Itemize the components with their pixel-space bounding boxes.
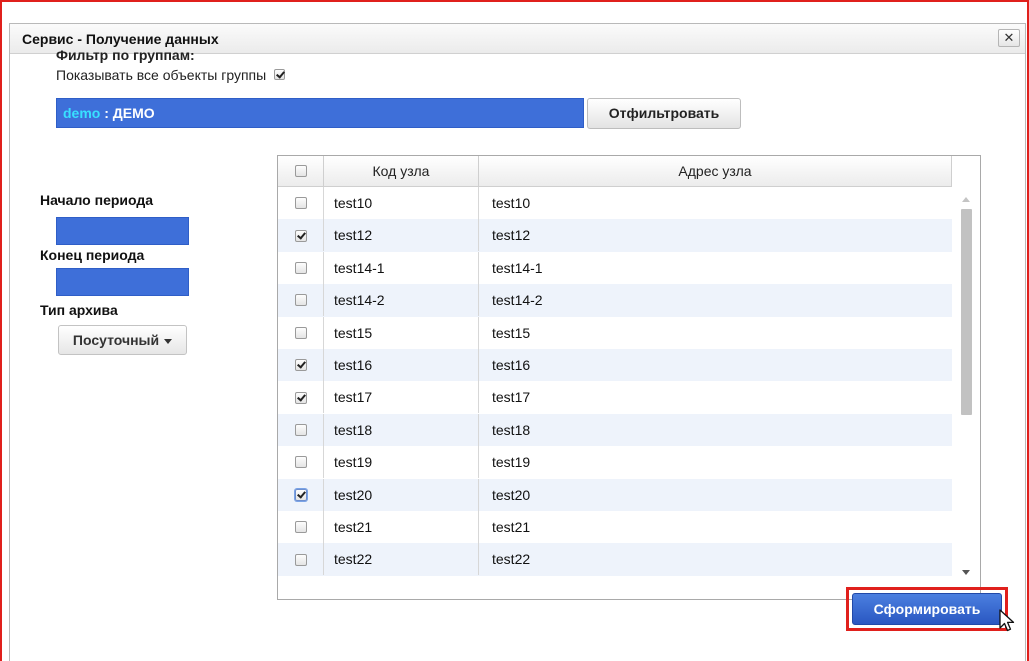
node-code-cell: test17 [324, 381, 479, 414]
node-address-cell: test17 [492, 389, 531, 406]
node-code-cell: test15 [324, 316, 479, 349]
grid-rows: test10 test10 test12 test12 test14-1 test14-1… [278, 187, 952, 576]
row-select-cell [278, 478, 324, 511]
group-filter-title: Фильтр по группам: [56, 47, 195, 63]
table-row[interactable]: test21 test21 [278, 510, 952, 543]
node-address-cell: test15 [492, 324, 531, 341]
chevron-down-icon [164, 338, 173, 344]
node-code-cell: test20 [324, 478, 479, 511]
row-select-cell [278, 187, 324, 219]
header-select-cell [278, 156, 324, 186]
table-row[interactable]: test16 test16 [278, 348, 952, 382]
node-code-cell: test18 [324, 413, 479, 446]
row-checkbox[interactable] [294, 456, 307, 469]
row-select-cell [278, 446, 324, 479]
table-row[interactable]: test19 test19 [278, 446, 952, 479]
row-checkbox[interactable] [294, 424, 307, 437]
row-checkbox[interactable] [294, 521, 307, 534]
node-address-cell: test12 [492, 227, 531, 244]
node-address-cell: test20 [492, 486, 531, 503]
node-code-cell: test22 [324, 543, 479, 576]
table-row[interactable]: test18 test18 [278, 413, 952, 447]
node-address-cell: test10 [492, 195, 531, 211]
grid-header: Код узла Адрес узла [278, 156, 952, 187]
column-header-code[interactable]: Код узла [324, 156, 479, 186]
nodes-grid: Код узла Адрес узла test10 test10 test12 te… [277, 155, 981, 600]
table-row[interactable]: test12 test12 [278, 219, 952, 252]
row-select-cell [278, 543, 324, 576]
period-start-label: Начало периода [40, 192, 154, 208]
group-separator: : [100, 105, 113, 121]
node-code-cell: test14-2 [324, 284, 479, 317]
node-code-cell: test19 [324, 446, 479, 479]
period-start-input[interactable] [56, 217, 189, 245]
row-select-cell [278, 251, 324, 284]
node-code-cell: test10 [324, 187, 479, 219]
table-row[interactable]: test20 test20 [278, 478, 952, 511]
group-name: ДЕМО [112, 105, 155, 121]
row-checkbox[interactable] [294, 553, 307, 566]
node-code-cell: test16 [324, 348, 479, 381]
archive-type-dropdown[interactable]: Посуточный [58, 325, 187, 355]
grid-scrollbar[interactable] [952, 187, 980, 599]
show-all-checkbox[interactable] [274, 68, 286, 80]
row-checkbox[interactable] [294, 229, 307, 242]
group-code: demo [63, 105, 101, 121]
row-checkbox[interactable] [294, 262, 307, 275]
archive-type-value: Посуточный [72, 332, 160, 348]
row-checkbox[interactable] [294, 359, 307, 372]
node-address-cell: test18 [492, 421, 531, 438]
archive-type-label: Тип архива [40, 302, 118, 318]
node-address-cell: test14-1 [492, 259, 543, 276]
row-checkbox[interactable] [294, 197, 307, 210]
scroll-thumb[interactable] [961, 209, 972, 415]
row-select-cell [278, 381, 324, 414]
node-code-cell: test12 [324, 219, 479, 252]
show-all-label: Показывать все объекты группы [56, 67, 267, 83]
group-select-field[interactable]: demo : ДЕМО [56, 98, 584, 128]
row-select-cell [278, 219, 324, 252]
period-end-label: Конец периода [40, 247, 145, 263]
submit-highlight: Сформировать [846, 587, 1015, 632]
generate-button[interactable]: Сформировать [852, 593, 1002, 625]
row-select-cell [278, 413, 324, 446]
row-select-cell [278, 284, 324, 317]
node-address-cell: test16 [492, 356, 531, 373]
table-row[interactable]: test22 test22 [278, 543, 952, 576]
node-address-cell: test22 [492, 551, 531, 568]
row-checkbox[interactable] [294, 488, 307, 501]
table-row[interactable]: test15 test15 [278, 316, 952, 349]
table-row[interactable]: test17 test17 [278, 381, 952, 414]
close-button[interactable]: ✕ [998, 29, 1020, 47]
scroll-up-icon[interactable] [962, 197, 970, 202]
column-header-address[interactable]: Адрес узла [479, 156, 952, 186]
period-end-input[interactable] [56, 268, 189, 296]
table-row[interactable]: test10 test10 [278, 187, 952, 219]
row-select-cell [278, 316, 324, 349]
row-checkbox[interactable] [294, 391, 307, 404]
table-row[interactable]: test14-1 test14-1 [278, 251, 952, 284]
scroll-down-icon[interactable] [962, 570, 970, 575]
table-row[interactable]: test14-2 test14-2 [278, 284, 952, 317]
row-select-cell [278, 348, 324, 381]
row-checkbox[interactable] [294, 326, 307, 339]
node-address-cell: test14-2 [492, 292, 543, 309]
mouse-cursor-icon [999, 609, 1015, 632]
filter-button[interactable]: Отфильтровать [587, 98, 741, 129]
node-address-cell: test21 [492, 518, 531, 535]
node-code-cell: test21 [324, 510, 479, 543]
show-all-objects-option: Показывать все объекты группы [56, 67, 286, 83]
close-icon: ✕ [1003, 30, 1015, 45]
node-code-cell: test14-1 [324, 251, 479, 284]
select-all-checkbox[interactable] [294, 165, 307, 178]
row-checkbox[interactable] [294, 294, 307, 307]
dialog-title: Сервис - Получение данных [22, 31, 219, 47]
node-address-cell: test19 [492, 454, 531, 471]
row-select-cell [278, 510, 324, 543]
